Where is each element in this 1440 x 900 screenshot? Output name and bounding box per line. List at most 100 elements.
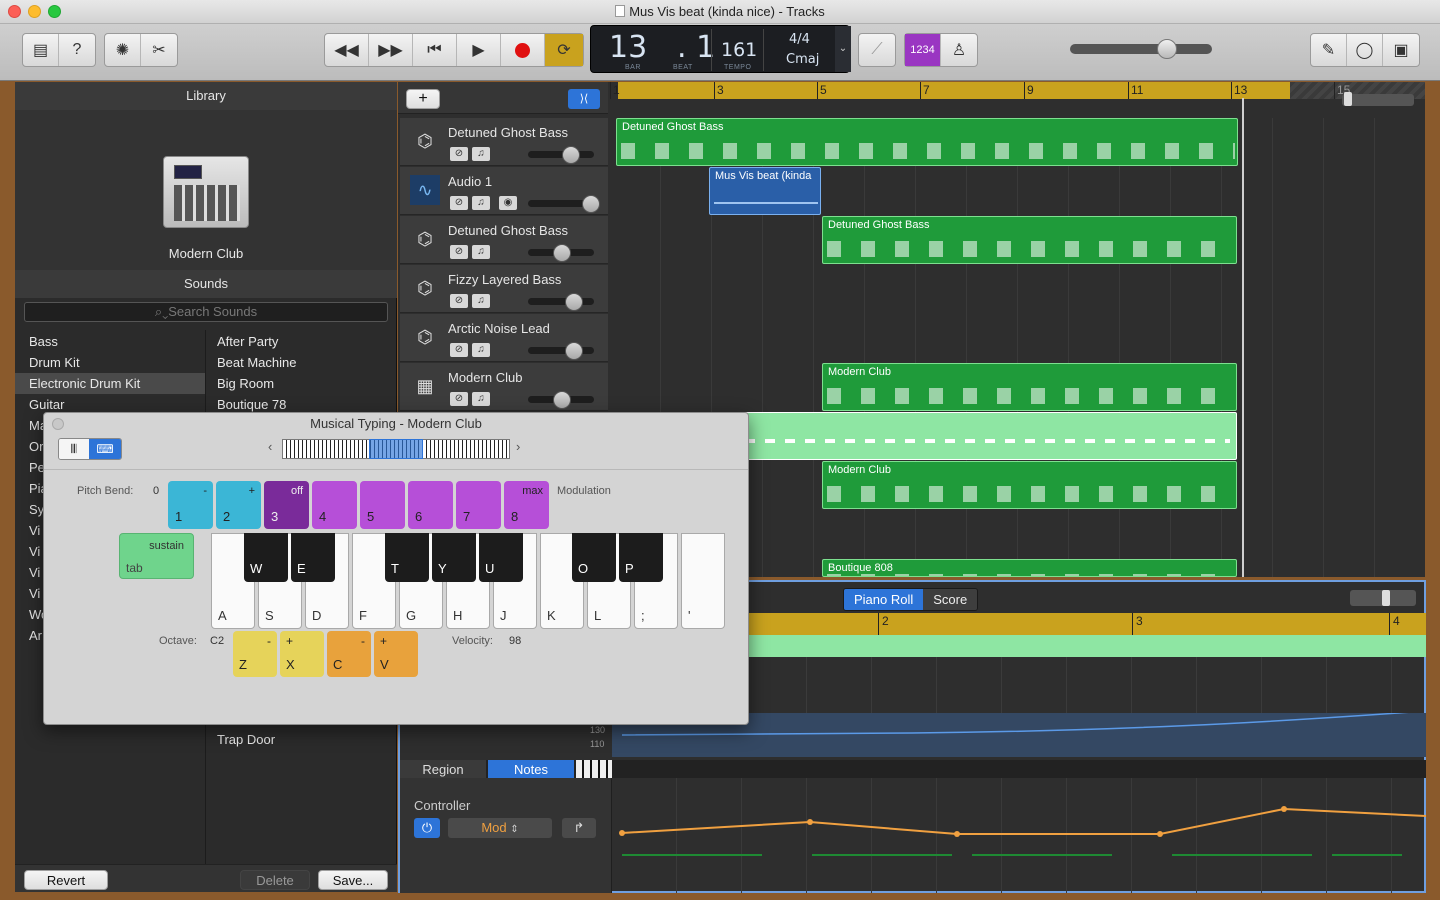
patch-item[interactable]: Beat Machine [207, 352, 397, 373]
octave-right-chevron-icon[interactable]: › [516, 439, 520, 454]
solo-headphones-icon[interactable]: ♫ [472, 245, 490, 259]
tab-notes[interactable]: Notes [488, 760, 574, 778]
fast-forward-icon[interactable]: ▶▶ [369, 34, 413, 66]
go-to-start-icon[interactable]: ⏮ [413, 34, 457, 66]
search-sounds-field[interactable]: ⌕⌄Search Sounds [24, 302, 388, 322]
track-volume-knob[interactable] [561, 146, 580, 164]
track-region[interactable]: Modern Club [822, 363, 1237, 411]
octave-key-V[interactable]: + V [374, 631, 418, 677]
octave-left-chevron-icon[interactable]: ‹ [268, 439, 272, 454]
track-header[interactable]: ⌬ Detuned Ghost Bass ⊘ ♫ [400, 216, 608, 264]
patch-item[interactable]: After Party [207, 331, 397, 352]
mute-button[interactable]: ⊘ [450, 392, 468, 406]
track-zoom-slider[interactable] [1342, 92, 1414, 106]
keyboard-range-overview[interactable] [282, 439, 510, 459]
count-in-icon[interactable]: 1234 [905, 34, 941, 66]
input-monitor-icon[interactable]: ◉ [499, 196, 517, 210]
track-region[interactable]: Mus Vis beat (kinda [709, 167, 821, 215]
automation-curve-icon[interactable]: ↱ [562, 818, 596, 838]
media-browser-icon[interactable]: ▣ [1383, 34, 1419, 66]
solo-headphones-icon[interactable]: ♫ [472, 147, 490, 161]
track-volume-knob[interactable] [565, 293, 584, 311]
white-key-'[interactable]: ' [681, 533, 725, 629]
record-icon[interactable] [501, 34, 545, 66]
top-row-key-5[interactable]: 5 [360, 481, 405, 529]
playhead[interactable] [1242, 98, 1244, 577]
solo-headphones-icon[interactable]: ♫ [472, 294, 490, 308]
lcd-menu-chevron-icon[interactable]: ⌄ [835, 26, 851, 72]
help-icon[interactable]: ? [59, 34, 95, 66]
solo-headphones-icon[interactable]: ♫ [472, 343, 490, 357]
track-region[interactable]: Boutique 808 [822, 559, 1237, 577]
top-row-key-3[interactable]: off 3 [264, 481, 309, 529]
mute-button[interactable]: ⊘ [450, 196, 468, 210]
black-key-Y[interactable]: Y [432, 533, 476, 582]
track-volume-knob[interactable] [581, 195, 600, 213]
track-region[interactable]: Detuned Ghost Bass [616, 118, 1238, 166]
cycle-icon[interactable]: ⟳ [545, 34, 583, 66]
metronome-icon[interactable]: ♙ [941, 34, 977, 66]
delete-button[interactable]: Delete [240, 870, 310, 890]
track-volume-knob[interactable] [553, 244, 572, 262]
black-key-O[interactable]: O [572, 533, 616, 582]
library-icon[interactable]: ▤ [23, 34, 59, 66]
octave-key-X[interactable]: + X [280, 631, 324, 677]
close-musical-typing-button[interactable] [52, 418, 64, 430]
revert-button[interactable]: Revert [24, 870, 108, 890]
tuner-icon[interactable]: ⟋ [859, 34, 895, 66]
solo-headphones-icon[interactable]: ♫ [472, 392, 490, 406]
master-volume-knob[interactable] [1156, 39, 1177, 59]
typing-keyboard-icon[interactable]: ⌨ [89, 439, 121, 459]
black-key-T[interactable]: T [385, 533, 429, 582]
power-icon[interactable]: ⏻ [414, 818, 440, 838]
track-volume-slider[interactable] [528, 298, 594, 305]
black-key-E[interactable]: E [291, 533, 335, 582]
solo-headphones-icon[interactable]: ♫ [472, 196, 490, 210]
track-volume-knob[interactable] [565, 342, 584, 360]
loop-browser-icon[interactable]: ◯ [1347, 34, 1383, 66]
smart-controls-icon[interactable]: ✺ [105, 34, 141, 66]
catch-playhead-icon[interactable]: ⟩⟨ [568, 89, 600, 109]
track-volume-knob[interactable] [553, 391, 572, 409]
play-icon[interactable]: ▶ [457, 34, 501, 66]
track-region[interactable]: Detuned Ghost Bass [822, 216, 1237, 264]
add-track-button[interactable]: + [406, 89, 440, 109]
mute-button[interactable]: ⊘ [450, 294, 468, 308]
piano-keyboard-icon[interactable]: 𝄃𝄃 [59, 439, 89, 459]
patch-item[interactable]: Big Room [207, 373, 397, 394]
editors-icon[interactable]: ✂ [141, 34, 177, 66]
track-volume-slider[interactable] [528, 347, 594, 354]
track-header[interactable]: ∿ Audio 1 ⊘ ♫ ◉ [400, 167, 608, 215]
top-row-key-6[interactable]: 6 [408, 481, 453, 529]
category-item[interactable]: Bass [15, 331, 205, 352]
controller-select[interactable]: Mod ⇕ [448, 818, 552, 838]
tab-region[interactable]: Region [400, 760, 486, 778]
track-region[interactable]: Modern Club [822, 461, 1237, 509]
lcd-display[interactable]: 13 . 1 BAR BEAT 161 TEMPO 4/4 Cmaj ⌄ [590, 25, 851, 73]
top-row-key-8[interactable]: max 8 [504, 481, 549, 529]
black-key-P[interactable]: P [619, 533, 663, 582]
controller-lane[interactable] [612, 778, 1426, 893]
category-item[interactable]: Electronic Drum Kit [15, 373, 205, 394]
editor-zoom-slider[interactable] [1350, 590, 1416, 606]
mute-button[interactable]: ⊘ [450, 343, 468, 357]
black-key-W[interactable]: W [244, 533, 288, 582]
octave-key-Z[interactable]: -Z [233, 631, 277, 677]
mute-button[interactable]: ⊘ [450, 245, 468, 259]
octave-key-C[interactable]: -C [327, 631, 371, 677]
tab-piano-roll[interactable]: Piano Roll [844, 589, 924, 610]
sustain-key[interactable]: sustain tab [119, 533, 194, 579]
notepad-icon[interactable]: ✎ [1311, 34, 1347, 66]
tab-score[interactable]: Score [923, 589, 978, 610]
top-row-key-7[interactable]: 7 [456, 481, 501, 529]
top-row-key-4[interactable]: 4 [312, 481, 357, 529]
rewind-icon[interactable]: ◀◀ [325, 34, 369, 66]
black-key-U[interactable]: U [479, 533, 523, 582]
mute-button[interactable]: ⊘ [450, 147, 468, 161]
track-header[interactable]: ⌬ Arctic Noise Lead ⊘ ♫ [400, 314, 608, 362]
track-header[interactable]: ⌬ Fizzy Layered Bass ⊘ ♫ [400, 265, 608, 313]
selected-region[interactable] [720, 412, 1237, 460]
top-row-key-2[interactable]: +2 [216, 481, 261, 529]
timeline-ruler[interactable]: 1 3 5 7 9 11 13 15 [610, 82, 1425, 118]
master-volume-slider[interactable] [1070, 39, 1212, 59]
